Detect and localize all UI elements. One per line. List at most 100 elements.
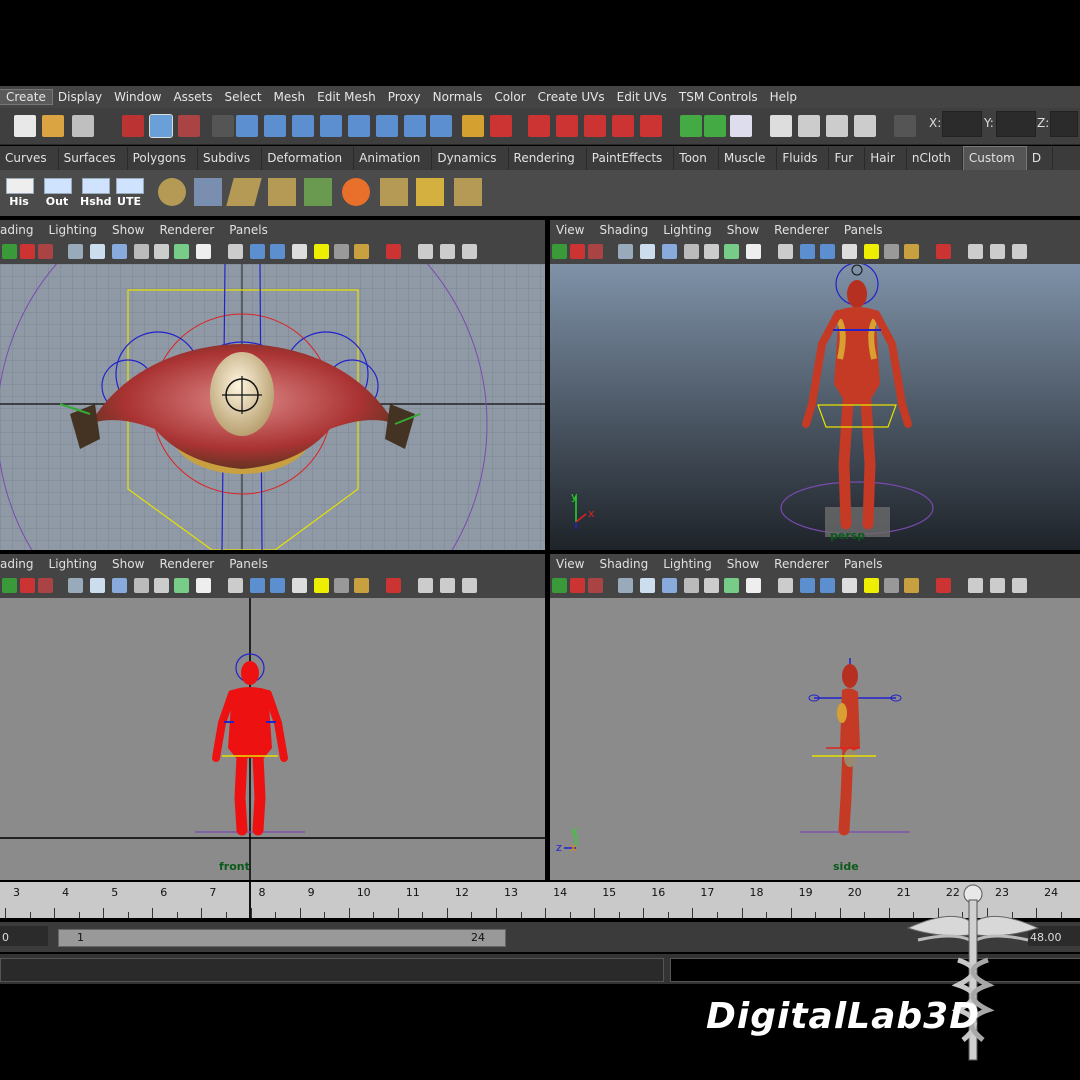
menu-mesh[interactable]: Mesh (268, 90, 312, 104)
film-gate-icon[interactable] (90, 578, 105, 593)
construction-history-icon[interactable] (730, 115, 752, 137)
light-icon[interactable] (864, 578, 879, 593)
tab-dynamics[interactable]: Dynamics (432, 147, 509, 170)
select-hierarchy-icon[interactable] (122, 115, 144, 137)
texture-icon[interactable] (724, 578, 739, 593)
sphere-icon[interactable] (884, 244, 899, 259)
select-icon[interactable] (386, 578, 401, 593)
light-icon[interactable] (864, 244, 879, 259)
joint-xray-icon[interactable] (990, 244, 1005, 259)
resolution-gate-icon[interactable] (112, 578, 127, 593)
tab-deformation[interactable]: Deformation (262, 147, 355, 170)
isolate-icon[interactable] (778, 578, 793, 593)
snap-surface-icon[interactable] (348, 115, 370, 137)
menu-shading[interactable]: ading (0, 223, 34, 237)
frame-icon[interactable] (196, 244, 211, 259)
muscle-tool-icon[interactable] (194, 178, 222, 206)
sphere-icon[interactable] (884, 578, 899, 593)
viewport-canvas-top[interactable] (0, 264, 545, 550)
texture-icon[interactable] (174, 578, 189, 593)
joint-xray-icon[interactable] (440, 578, 455, 593)
mel-input[interactable] (0, 958, 664, 982)
snap-view-icon[interactable] (376, 115, 398, 137)
sphere-gold-icon[interactable] (354, 578, 369, 593)
frame-icon[interactable] (196, 578, 211, 593)
menu-panels[interactable]: Panels (229, 223, 268, 237)
render-view-icon[interactable] (770, 115, 792, 137)
menu-lighting[interactable]: Lighting (49, 557, 98, 571)
wireframe-icon[interactable] (68, 244, 83, 259)
lock-icon[interactable] (570, 244, 585, 259)
select-object-icon[interactable] (149, 114, 173, 138)
film-gate-icon[interactable] (640, 578, 655, 593)
select-icon[interactable] (936, 578, 951, 593)
menu-panels[interactable]: Panels (844, 557, 883, 571)
menu-renderer[interactable]: Renderer (159, 557, 214, 571)
sphere-gold-icon[interactable] (904, 578, 919, 593)
start-time-field[interactable]: 0 (0, 926, 48, 946)
z-field[interactable] (1050, 111, 1078, 137)
sphere-icon[interactable] (334, 578, 349, 593)
menu-show[interactable]: Show (112, 557, 144, 571)
input-ops-icon[interactable] (680, 115, 702, 137)
joint-xray-icon[interactable] (440, 244, 455, 259)
lock-icon[interactable] (20, 578, 35, 593)
camera-icon[interactable] (552, 578, 567, 593)
menu-show[interactable]: Show (727, 557, 759, 571)
menu-select[interactable]: Select (219, 90, 268, 104)
shelf-his-button[interactable]: His (4, 176, 34, 208)
tab-toon[interactable]: Toon (674, 147, 719, 170)
menu-proxy[interactable]: Proxy (382, 90, 427, 104)
resolution-gate-icon[interactable] (662, 578, 677, 593)
menu-lighting[interactable]: Lighting (663, 557, 712, 571)
sphere-gold-icon[interactable] (354, 244, 369, 259)
cube-wire-icon[interactable] (250, 578, 265, 593)
cube-wire-icon[interactable] (800, 244, 815, 259)
snap-curve-icon[interactable] (264, 115, 286, 137)
dropdown-icon[interactable] (212, 115, 234, 137)
field-chart-icon[interactable] (134, 244, 149, 259)
select-highlight-icon[interactable] (490, 115, 512, 137)
lock-icon[interactable] (20, 244, 35, 259)
magnet-plane-icon[interactable] (612, 115, 634, 137)
safe-action-icon[interactable] (154, 578, 169, 593)
bookmark-icon[interactable] (38, 244, 53, 259)
menu-color[interactable]: Color (488, 90, 531, 104)
isolate-icon[interactable] (228, 244, 243, 259)
xray-icon[interactable] (968, 578, 983, 593)
menu-shading[interactable]: Shading (599, 223, 648, 237)
current-time-marker[interactable] (249, 882, 251, 918)
output-ops-icon[interactable] (704, 115, 726, 137)
tab-animation[interactable]: Animation (354, 147, 433, 170)
lock-icon[interactable] (570, 578, 585, 593)
menu-panels[interactable]: Panels (229, 557, 268, 571)
joint-xray-icon[interactable] (990, 578, 1005, 593)
field-chart-icon[interactable] (684, 244, 699, 259)
tab-d[interactable]: D (1027, 147, 1054, 170)
lock-icon[interactable] (462, 115, 484, 137)
menu-help[interactable]: Help (764, 90, 803, 104)
lattice-icon[interactable] (268, 178, 296, 206)
select-icon[interactable] (936, 244, 951, 259)
transform-field-icon[interactable] (894, 115, 916, 137)
viewport-canvas-persp[interactable]: y x persp (550, 264, 1080, 550)
menu-normals[interactable]: Normals (427, 90, 489, 104)
menu-assets[interactable]: Assets (167, 90, 218, 104)
safe-action-icon[interactable] (154, 244, 169, 259)
menu-panels[interactable]: Panels (844, 223, 883, 237)
bookmark-icon[interactable] (38, 578, 53, 593)
plane-icon[interactable] (226, 178, 262, 206)
menu-display[interactable]: Display (52, 90, 108, 104)
save-scene-icon[interactable] (72, 115, 94, 137)
light-icon[interactable] (314, 578, 329, 593)
help-icon[interactable] (430, 115, 452, 137)
sphere-gold-icon[interactable] (904, 244, 919, 259)
x-field[interactable] (942, 111, 982, 137)
render-current-icon[interactable] (798, 115, 820, 137)
share-icon[interactable] (1012, 578, 1027, 593)
cube-textured-icon[interactable] (292, 244, 307, 259)
safe-action-icon[interactable] (704, 244, 719, 259)
render-settings-icon[interactable] (854, 115, 876, 137)
magnet-icon[interactable] (528, 115, 550, 137)
film-gate-icon[interactable] (640, 244, 655, 259)
